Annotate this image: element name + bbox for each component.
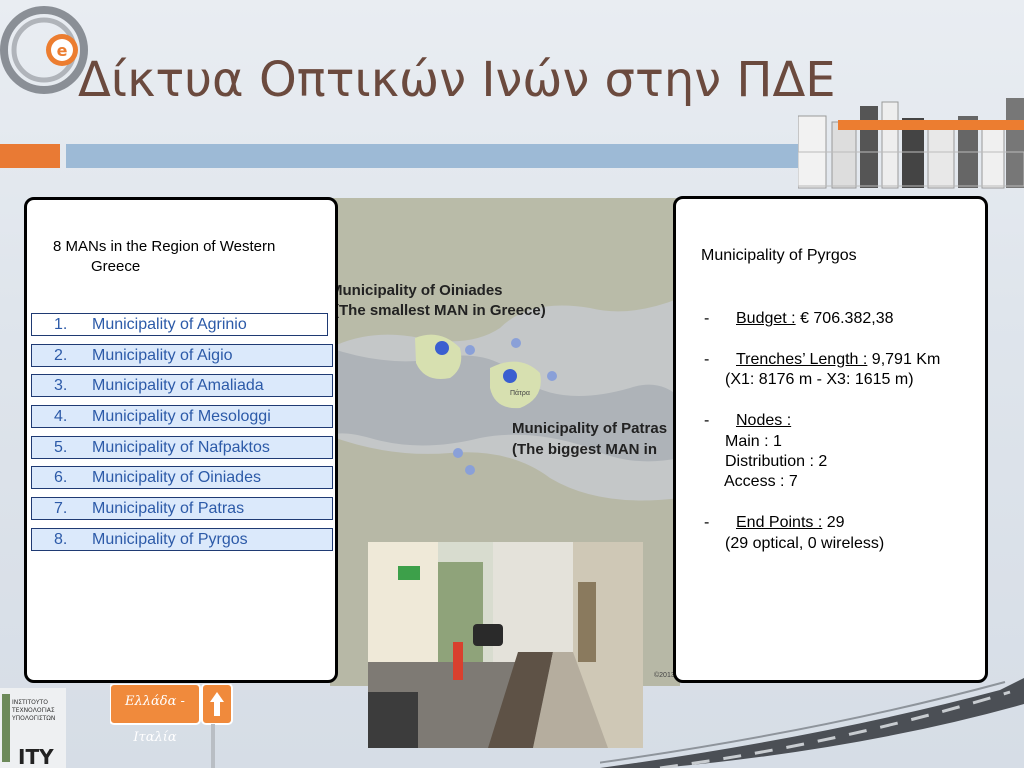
municipality-list: 1. Municipality of Agrinio 2. Municipali… <box>31 313 333 559</box>
sign-text: Ελλάδα - Ιταλία <box>125 694 185 745</box>
list-heading-line2: Greece <box>91 258 141 275</box>
map-label-oiniades: Municipality of Oiniades <box>330 282 503 299</box>
list-item-number: 2. <box>54 346 68 364</box>
endpoints-label: End Points : <box>736 514 823 531</box>
list-item-number: 6. <box>54 469 68 487</box>
details-title: Municipality of Pyrgos <box>701 247 857 264</box>
ity-line2: ΤΕΧΝΟΛΟΓΙΑΣ <box>11 707 55 714</box>
budget-dash: - <box>704 310 710 327</box>
ity-logo: ΙΝΣΤΙΤΟΥΤΟ ΤΕΧΝΟΛΟΓΙΑΣ ΥΠΟΛΟΓΙΣΤΩΝ ITY <box>0 688 66 768</box>
list-item-number: 4. <box>54 408 68 426</box>
nodes-access: Access : 7 <box>724 473 798 490</box>
nodes-main: Main : 1 <box>725 433 782 450</box>
direction-sign: Ελλάδα - Ιταλία <box>109 683 234 768</box>
map-label-patras: Municipality of Patras <box>512 420 668 437</box>
map-town-patra: Πάτρα <box>510 390 530 397</box>
list-item-label: Municipality of Agrinio <box>92 316 247 333</box>
trenches-row: Trenches’ Length : 9,791 Km <box>736 350 940 370</box>
budget-label: Budget : <box>736 310 796 327</box>
trenches-dash: - <box>704 351 710 368</box>
list-item[interactable]: 3. Municipality of Amaliada <box>31 374 333 398</box>
map-label-patras-note: (The biggest MAN in <box>512 441 657 458</box>
list-item-label: Municipality of Nafpaktos <box>92 438 270 456</box>
list-item-number: 1. <box>54 316 68 333</box>
list-item-label: Municipality of Pyrgos <box>92 530 248 548</box>
list-item[interactable]: 5. Municipality of Nafpaktos <box>31 435 333 459</box>
list-item-label: Municipality of Patras <box>92 500 245 518</box>
ity-line3: ΥΠΟΛΟΓΙΣΤΩΝ <box>11 715 55 722</box>
budget-row: Budget : € 706.382,38 <box>736 309 893 329</box>
list-heading: 8 MANs in the Region of Western Greece <box>53 237 323 277</box>
list-item[interactable]: 6. Municipality of Oiniades <box>31 466 333 490</box>
trenches-detail: (X1: 8176 m - X3: 1615 m) <box>725 371 914 388</box>
list-item-number: 8. <box>54 530 68 548</box>
list-item-number: 5. <box>54 438 68 456</box>
list-heading-line1: 8 MANs in the Region of Western <box>53 238 276 255</box>
list-item-label: Municipality of Mesologgi <box>92 408 271 426</box>
endpoints-dash: - <box>704 514 710 531</box>
endpoints-value: 29 <box>826 514 845 531</box>
trenches-value: 9,791 Km <box>871 351 941 368</box>
endpoints-detail: (29 optical, 0 wireless) <box>725 535 885 552</box>
list-item-label: Municipality of Aigio <box>92 346 233 364</box>
endpoints-row: End Points : 29 <box>736 513 845 533</box>
nodes-label: Nodes : <box>736 412 792 429</box>
nodes-distribution: Distribution : 2 <box>725 453 828 470</box>
list-item-number: 3. <box>54 377 68 395</box>
list-item[interactable]: 2. Municipality of Aigio <box>31 343 333 367</box>
trenches-label: Trenches’ Length : <box>736 351 868 368</box>
ity-line1: ΙΝΣΤΙΤΟΥΤΟ <box>12 699 48 706</box>
road-illustration <box>600 678 1024 768</box>
svg-text:e: e <box>57 41 68 60</box>
list-item[interactable]: 8. Municipality of Pyrgos <box>31 527 333 551</box>
nodes-dash: - <box>704 412 710 429</box>
list-item[interactable]: 4. Municipality of Mesologgi <box>31 405 333 429</box>
accent-bar-orange <box>0 144 60 168</box>
slide-title: Δίκτυα Οπτικών Ινών στην ΠΔΕ <box>78 52 836 108</box>
list-item-number: 7. <box>54 500 68 518</box>
list-item[interactable]: 7. Municipality of Patras <box>31 497 333 521</box>
skyline-illustration <box>798 98 1024 189</box>
municipality-list-panel: 8 MANs in the Region of Western Greece 1… <box>24 197 338 683</box>
list-item[interactable]: 1. Municipality of Agrinio <box>31 313 328 336</box>
list-item-label: Municipality of Oiniades <box>92 469 261 487</box>
map-label-oiniades-note: (The smallest MAN in Greece) <box>334 302 546 319</box>
budget-value: € 706.382,38 <box>800 310 894 327</box>
accent-bar-blue <box>66 144 826 168</box>
ity-mark: ITY <box>18 745 54 768</box>
pyrgos-details-panel: Municipality of Pyrgos - Budget : € 706.… <box>673 196 988 683</box>
ity-logo-graphic: ΙΝΣΤΙΤΟΥΤΟ ΤΕΧΝΟΛΟΓΙΑΣ ΥΠΟΛΟΓΙΣΤΩΝ ITY <box>0 688 66 768</box>
list-item-label: Municipality of Amaliada <box>92 377 264 395</box>
